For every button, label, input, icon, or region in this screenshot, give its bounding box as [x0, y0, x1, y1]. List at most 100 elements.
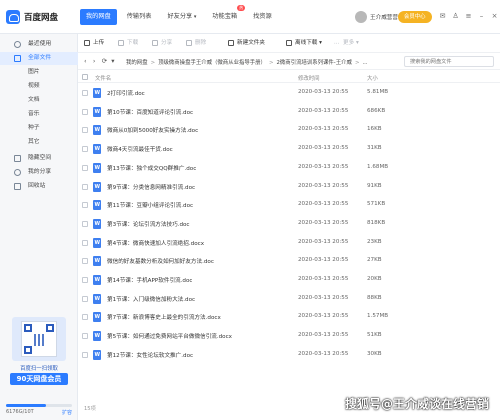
file-name[interactable]: 第5节课：如何通过免费网站平台做微信引流.docx — [107, 332, 232, 340]
table-row[interactable]: 第10节课：百度知道评论引流.doc 2020-03-13 20:55 686KB — [78, 103, 500, 121]
file-name[interactable]: 第14节课：手机APP软件引流.doc — [107, 276, 192, 284]
sidebar-item-music[interactable]: 音乐 — [0, 108, 78, 121]
breadcrumb-item[interactable]: 我的网盘 — [126, 60, 148, 66]
row-checkbox[interactable] — [82, 295, 88, 302]
search-input[interactable] — [404, 56, 494, 67]
close-icon[interactable]: × — [490, 12, 499, 21]
share-button[interactable]: 分享 — [152, 39, 172, 48]
sidebar-item-hidden-space[interactable]: 隐藏空间 — [0, 152, 78, 165]
sidebar-item-my-shares[interactable]: 我的分享 — [0, 166, 78, 179]
file-name[interactable]: 第10节课：百度知道评论引流.doc — [107, 108, 193, 116]
column-header-size[interactable]: 大小 — [367, 74, 378, 82]
word-doc-icon — [93, 181, 101, 192]
row-checkbox[interactable] — [82, 351, 88, 358]
sidebar-item-all-files[interactable]: 全部文件 — [0, 52, 78, 65]
expand-storage-link[interactable]: 扩容 — [62, 409, 72, 416]
row-checkbox[interactable] — [82, 258, 88, 265]
nav-toolbox[interactable]: 功能宝箱 热 — [206, 5, 246, 25]
breadcrumb-separator: > — [268, 60, 274, 66]
offline-download-button[interactable]: 离线下载 ▾ — [286, 39, 322, 48]
sidebar-item-documents[interactable]: 文档 — [0, 94, 78, 107]
row-checkbox[interactable] — [82, 183, 88, 190]
breadcrumb-item[interactable]: 顶级微商操盘手王介威（微商从业指导手册） — [158, 60, 266, 66]
membership-promo[interactable]: 百度扫一扫领取 90天网盘会员 — [10, 317, 68, 393]
column-header-date[interactable]: 修改时间 — [298, 74, 320, 82]
select-all-checkbox[interactable] — [82, 74, 88, 80]
row-checkbox[interactable] — [82, 314, 88, 321]
upload-button[interactable]: 上传 — [84, 39, 104, 48]
shirt-icon[interactable]: ♙ — [451, 12, 460, 21]
caret-down-icon: ▾ — [317, 40, 322, 46]
app-logo[interactable]: 百度网盘 — [6, 9, 76, 25]
file-size: 16KB — [367, 126, 382, 133]
sidebar-item-torrents[interactable]: 种子 — [0, 122, 78, 135]
row-checkbox[interactable] — [82, 146, 88, 153]
nav-toolbox-label: 功能宝箱 — [212, 13, 238, 20]
watermark: 搜狐号@王介威谈在线营销 — [345, 397, 490, 411]
sidebar-item-images[interactable]: 图片 — [0, 66, 78, 79]
table-row[interactable]: 第11节课：豆瓣小组评论引流.doc 2020-03-13 20:55 571KB — [78, 196, 500, 214]
table-row[interactable]: 第7节课：新浪博客史上最全的引流方法.docx 2020-03-13 20:55 1… — [78, 308, 500, 326]
table-row[interactable]: 第13节课：独个成交QQ群推广.doc 2020-03-13 20:55 1.68M… — [78, 159, 500, 177]
column-header-name[interactable]: 文件名 — [95, 74, 111, 82]
row-checkbox[interactable] — [82, 90, 88, 96]
file-name[interactable]: 微商4天引流最佳干货.doc — [107, 145, 173, 153]
menu-icon[interactable]: ≡ — [464, 12, 473, 21]
file-name[interactable]: 第9节课：分类信息网精准引流.doc — [107, 183, 195, 191]
file-name[interactable]: 2打印引流.doc — [107, 89, 145, 97]
row-checkbox[interactable] — [82, 333, 88, 340]
file-name[interactable]: 第13节课：独个成交QQ群推广.doc — [107, 164, 196, 172]
minimize-icon[interactable]: – — [477, 12, 486, 21]
nav-friend-share[interactable]: 好友分享 ▾ — [162, 9, 203, 25]
row-checkbox[interactable] — [82, 239, 88, 246]
row-checkbox[interactable] — [82, 202, 88, 209]
row-checkbox[interactable] — [82, 277, 88, 283]
back-arrow-icon[interactable]: ‹ — [84, 57, 87, 65]
row-checkbox[interactable] — [82, 164, 88, 171]
table-row[interactable]: 第1节课：入门级微信加粉大法.doc 2020-03-13 20:55 88KB — [78, 290, 500, 308]
table-row[interactable]: 微商从0加到5000好友实操方法.doc 2020-03-13 20:55 16KB — [78, 121, 500, 139]
user-profile[interactable]: 王介威营营销 — [355, 10, 404, 24]
file-name[interactable]: 第1节课：入门级微信加粉大法.doc — [107, 295, 195, 303]
forward-arrow-icon[interactable]: › — [93, 57, 96, 65]
nav-my-netdisk[interactable]: 我的网盘 — [80, 9, 117, 25]
row-checkbox[interactable] — [82, 127, 88, 134]
file-date: 2020-03-13 20:55 — [298, 145, 349, 152]
file-name[interactable]: 第7节课：新浪博客史上最全的引流方法.docx — [107, 313, 221, 321]
nav-transfer-list[interactable]: 传输列表 — [121, 9, 158, 25]
download-button[interactable]: 下载 — [118, 39, 138, 48]
file-name[interactable]: 第4节课：微商快速加人引流绝招.docx — [107, 239, 204, 247]
row-checkbox[interactable] — [82, 220, 88, 227]
refresh-icon[interactable]: ⟳ — [102, 57, 107, 65]
new-folder-button[interactable]: 新建文件夹 — [228, 39, 265, 48]
table-row[interactable]: 第4节课：微商快速加人引流绝招.docx 2020-03-13 20:55 23KB — [78, 234, 500, 252]
file-name[interactable]: 微商从0加到5000好友实操方法.doc — [107, 126, 198, 134]
delete-button[interactable]: 删除 — [186, 39, 206, 48]
table-row[interactable]: 第9节课：分类信息网精准引流.doc 2020-03-13 20:55 91KB — [78, 178, 500, 196]
file-name[interactable]: 微信的好友基数分析及如何加好友方法.doc — [107, 257, 214, 265]
file-name[interactable]: 第3节课：论坛引流方法技巧.doc — [107, 220, 190, 228]
sidebar-item-other[interactable]: 其它 — [0, 136, 78, 149]
sidebar-item-recycle-bin[interactable]: 回收站 — [0, 180, 78, 193]
mail-icon[interactable]: ✉ — [438, 12, 447, 21]
row-checkbox[interactable] — [82, 108, 88, 115]
member-center-button[interactable]: 会员中心 — [398, 11, 432, 23]
table-row[interactable]: 第3节课：论坛引流方法技巧.doc 2020-03-13 20:55 818KB — [78, 215, 500, 233]
table-row[interactable]: 第14节课：手机APP软件引流.doc 2020-03-13 20:55 20KB — [78, 271, 500, 289]
caret-down-icon[interactable]: ▾ — [111, 57, 114, 65]
table-row[interactable]: 第5节课：如何通过免费网站平台做微信引流.docx 2020-03-13 20:5… — [78, 327, 500, 345]
sidebar-item-videos[interactable]: 视频 — [0, 80, 78, 93]
breadcrumb-item[interactable]: 2微商引流培训系列课件-王介威 — [276, 60, 351, 66]
more-button[interactable]: ⋯ 更多 ▾ — [334, 39, 359, 48]
table-row[interactable]: 2打印引流.doc 2020-03-13 20:55 5.81MB — [78, 84, 500, 102]
table-row[interactable]: 微商4天引流最佳干货.doc 2020-03-13 20:55 31KB — [78, 140, 500, 158]
file-size: 30KB — [367, 350, 382, 357]
table-row[interactable]: 第12节课：女性论坛软文推广.doc 2020-03-13 20:55 30KB — [78, 346, 500, 364]
file-name[interactable]: 第11节课：豆瓣小组评论引流.doc — [107, 201, 193, 209]
sidebar-item-recent[interactable]: 最近使用 — [0, 38, 78, 51]
table-row[interactable]: 微信的好友基数分析及如何加好友方法.doc 2020-03-13 20:55 27K… — [78, 252, 500, 270]
breadcrumb-item[interactable]: ... — [362, 60, 367, 66]
word-doc-icon — [93, 237, 101, 248]
nav-find-resources[interactable]: 找资源 — [247, 9, 278, 25]
file-name[interactable]: 第12节课：女性论坛软文推广.doc — [107, 351, 193, 359]
